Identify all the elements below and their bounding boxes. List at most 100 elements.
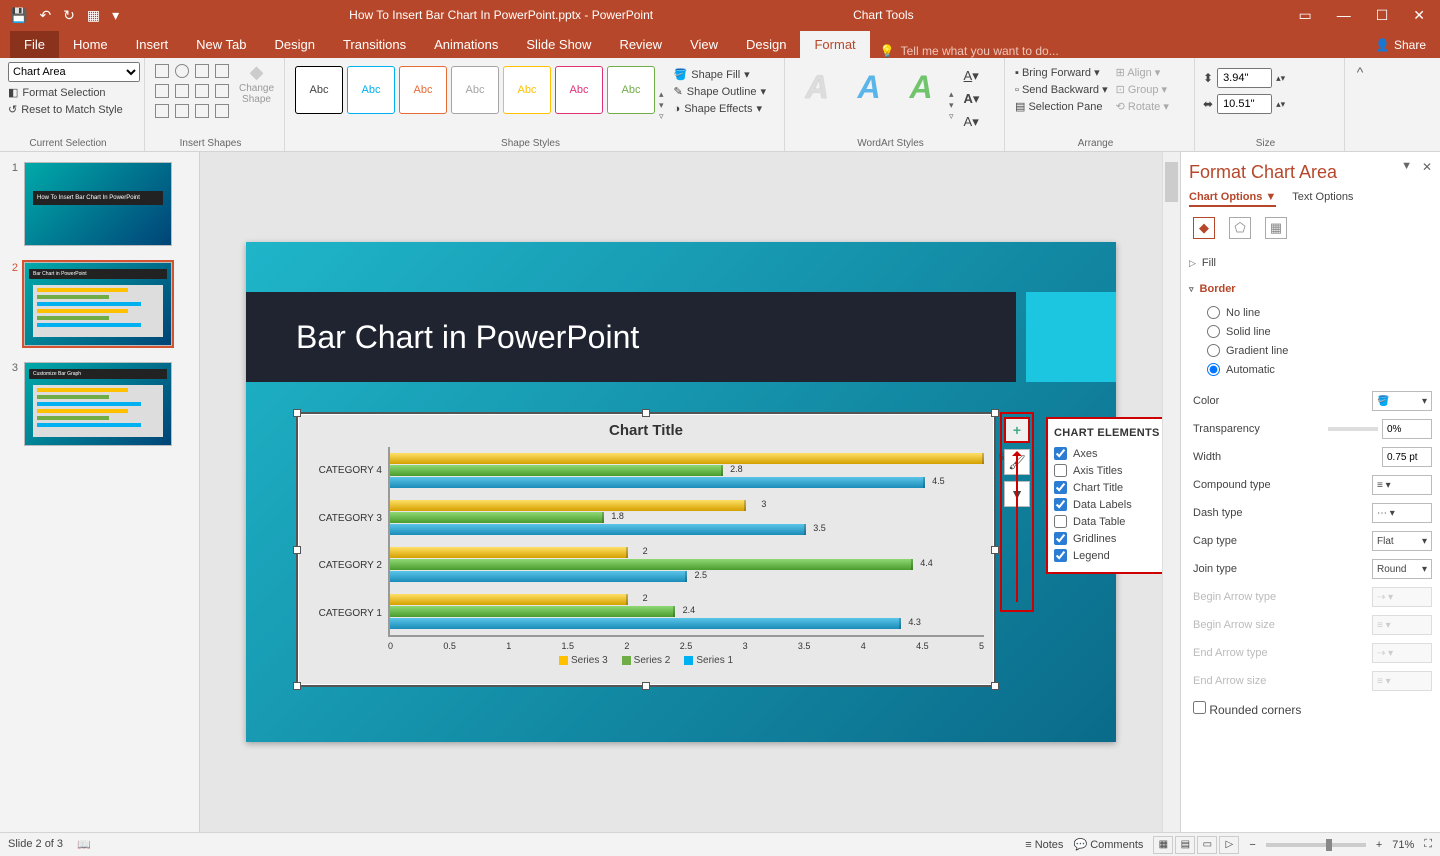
border-width-input[interactable] xyxy=(1382,447,1432,467)
save-icon[interactable]: 💾 xyxy=(10,7,27,24)
transparency-input[interactable] xyxy=(1382,419,1432,439)
compound-type-picker[interactable]: ≡ ▾ xyxy=(1372,475,1432,495)
tab-insert[interactable]: Insert xyxy=(122,31,183,58)
shape-outline-button[interactable]: ✎Shape Outline ▾ xyxy=(674,85,766,98)
collapse-ribbon-button[interactable]: ^ xyxy=(1345,58,1375,151)
align-button[interactable]: ⊞ Align ▾ xyxy=(1116,66,1169,79)
minimize-icon[interactable]: — xyxy=(1337,7,1351,24)
resize-handle[interactable] xyxy=(293,546,301,554)
chk-axis-titles[interactable]: Axis Titles xyxy=(1054,462,1170,479)
chk-legend[interactable]: Legend xyxy=(1054,547,1170,564)
spell-check-icon[interactable]: 📖 xyxy=(77,838,91,851)
reading-view-icon[interactable]: ▭ xyxy=(1197,836,1217,854)
undo-icon[interactable]: ↶ xyxy=(39,7,51,24)
chart-element-selector[interactable]: Chart Area xyxy=(8,62,140,82)
resize-handle[interactable] xyxy=(991,682,999,690)
pane-close-icon[interactable]: ✕ xyxy=(1422,160,1432,174)
chk-gridlines[interactable]: Gridlines xyxy=(1054,530,1170,547)
plot-area[interactable]: 52.84.531.83.524.42.522.44.3 xyxy=(388,447,984,637)
tab-file[interactable]: File xyxy=(10,31,59,58)
resize-handle[interactable] xyxy=(642,409,650,417)
width-input[interactable] xyxy=(1217,94,1272,114)
cap-type-picker[interactable]: Flat ▾ xyxy=(1372,531,1432,551)
selection-pane-button[interactable]: ▤ Selection Pane xyxy=(1015,100,1108,113)
maximize-icon[interactable]: ☐ xyxy=(1376,7,1389,24)
radio-automatic[interactable]: Automatic xyxy=(1207,360,1432,379)
wordart-style-1[interactable]: A xyxy=(793,62,841,112)
chart-elements-button[interactable]: + xyxy=(1004,417,1030,443)
tab-chart-design[interactable]: Design xyxy=(732,31,800,58)
wordart-style-2[interactable]: A xyxy=(845,62,893,112)
tab-view[interactable]: View xyxy=(676,31,732,58)
section-fill[interactable]: ▷Fill xyxy=(1189,253,1432,273)
fit-to-window-icon[interactable]: ⛶ xyxy=(1424,838,1432,851)
thumbnail-2[interactable]: 2 Bar Chart in PowerPoint xyxy=(6,262,193,346)
thumbnail-3[interactable]: 3 Customize Bar Graph xyxy=(6,362,193,446)
shape-styles-more[interactable]: ▴▾▿ xyxy=(657,62,666,149)
chart-object[interactable]: Chart Title CATEGORY 4 CATEGORY 3 CATEGO… xyxy=(296,412,996,687)
shape-style-2[interactable]: Abc xyxy=(347,66,395,114)
comments-button[interactable]: 💬 Comments xyxy=(1073,838,1143,851)
radio-gradient-line[interactable]: Gradient line xyxy=(1207,341,1432,360)
resize-handle[interactable] xyxy=(293,409,301,417)
chart-plot-area[interactable]: CATEGORY 4 CATEGORY 3 CATEGORY 2 CATEGOR… xyxy=(298,447,994,637)
shape-style-4[interactable]: Abc xyxy=(451,66,499,114)
wordart-style-3[interactable]: A xyxy=(897,62,945,112)
resize-handle[interactable] xyxy=(991,409,999,417)
bring-forward-button[interactable]: ▪ Bring Forward ▾ xyxy=(1015,66,1108,79)
fill-line-tab-icon[interactable]: ◆ xyxy=(1193,217,1215,239)
normal-view-icon[interactable]: ▦ xyxy=(1153,836,1173,854)
redo-icon[interactable]: ↻ xyxy=(63,7,75,24)
format-selection-button[interactable]: ◧Format Selection xyxy=(8,86,136,99)
resize-handle[interactable] xyxy=(642,682,650,690)
slideshow-view-icon[interactable]: ▷ xyxy=(1219,836,1239,854)
tab-design[interactable]: Design xyxy=(261,31,329,58)
size-tab-icon[interactable]: ▦ xyxy=(1265,217,1287,239)
radio-no-line[interactable]: No line xyxy=(1207,303,1432,322)
tell-me-search[interactable]: 💡 Tell me what you want to do... xyxy=(880,44,1059,58)
shape-style-6[interactable]: Abc xyxy=(555,66,603,114)
zoom-level[interactable]: 71% xyxy=(1392,839,1414,851)
effects-tab-icon[interactable]: ⬠ xyxy=(1229,217,1251,239)
zoom-out-icon[interactable]: − xyxy=(1249,839,1255,851)
join-type-picker[interactable]: Round ▾ xyxy=(1372,559,1432,579)
section-border[interactable]: ▿Border xyxy=(1189,279,1432,299)
transparency-slider[interactable] xyxy=(1328,427,1378,431)
resize-handle[interactable] xyxy=(293,682,301,690)
close-icon[interactable]: ✕ xyxy=(1413,7,1425,24)
shape-style-7[interactable]: Abc xyxy=(607,66,655,114)
slide-counter[interactable]: Slide 2 of 3 xyxy=(8,838,63,851)
chart-legend[interactable]: Series 3 Series 2 Series 1 xyxy=(298,651,994,670)
text-fill-button[interactable]: A▾ xyxy=(960,66,984,86)
tab-text-options[interactable]: Text Options xyxy=(1292,191,1353,207)
wordart-more[interactable]: ▴▾▿ xyxy=(949,62,954,149)
tab-review[interactable]: Review xyxy=(605,31,676,58)
zoom-slider[interactable] xyxy=(1266,843,1366,847)
thumbnail-1[interactable]: 1 How To Insert Bar Chart In PowerPoint xyxy=(6,162,193,246)
slide-canvas[interactable]: Bar Chart in PowerPoint Chart Title CATE… xyxy=(200,152,1162,832)
zoom-in-icon[interactable]: + xyxy=(1376,839,1382,851)
shape-style-5[interactable]: Abc xyxy=(503,66,551,114)
radio-solid-line[interactable]: Solid line xyxy=(1207,322,1432,341)
chk-data-table[interactable]: Data Table xyxy=(1054,513,1170,530)
shape-effects-button[interactable]: ◑Shape Effects ▾ xyxy=(674,102,766,115)
resize-handle[interactable] xyxy=(991,546,999,554)
shape-fill-button[interactable]: 🪣Shape Fill ▾ xyxy=(674,68,766,81)
height-input[interactable] xyxy=(1217,68,1272,88)
tab-transitions[interactable]: Transitions xyxy=(329,31,420,58)
color-picker[interactable]: 🪣▾ xyxy=(1372,391,1432,411)
text-outline-button[interactable]: A▾ xyxy=(960,89,984,109)
tab-animations[interactable]: Animations xyxy=(420,31,512,58)
slide-title[interactable]: Bar Chart in PowerPoint xyxy=(246,292,1016,382)
shape-style-3[interactable]: Abc xyxy=(399,66,447,114)
tab-slideshow[interactable]: Slide Show xyxy=(512,31,605,58)
vertical-scrollbar[interactable] xyxy=(1162,152,1180,832)
shape-style-1[interactable]: Abc xyxy=(295,66,343,114)
notes-button[interactable]: ≡ Notes xyxy=(1025,839,1063,851)
start-slideshow-icon[interactable]: ▦ xyxy=(87,7,100,24)
tab-new[interactable]: New Tab xyxy=(182,31,260,58)
qat-more-icon[interactable]: ▾ xyxy=(112,7,119,24)
sorter-view-icon[interactable]: ▤ xyxy=(1175,836,1195,854)
chk-rounded-corners[interactable]: Rounded corners xyxy=(1193,703,1301,717)
reset-style-button[interactable]: ↺Reset to Match Style xyxy=(8,103,136,116)
